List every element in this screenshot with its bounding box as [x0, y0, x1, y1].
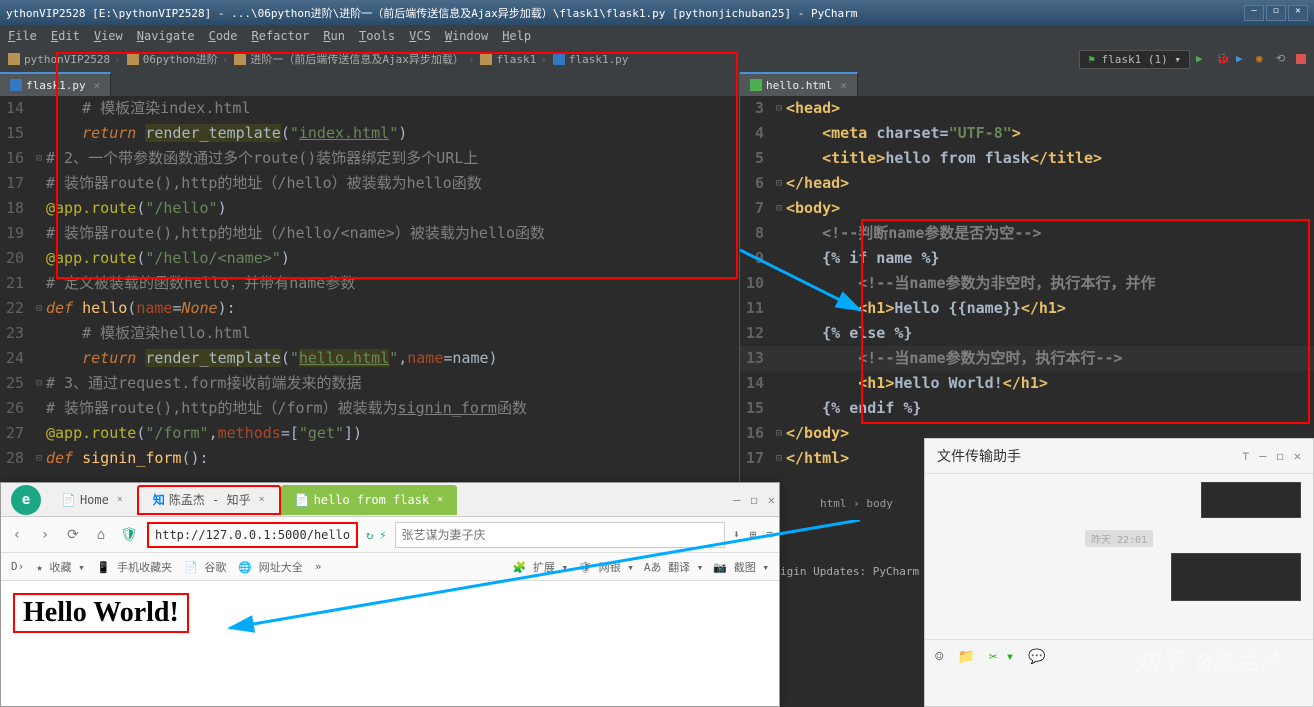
close-icon[interactable]: × — [840, 79, 847, 92]
browser-close-icon[interactable]: ✕ — [768, 493, 775, 507]
ext-extensions[interactable]: 🧩 扩展 ▾ — [513, 559, 569, 575]
stop-icon[interactable] — [1296, 54, 1306, 64]
menu-view[interactable]: View — [94, 29, 123, 43]
crumb-2[interactable]: 进阶一（前后端传送信息及Ajax异步加载） — [250, 51, 464, 67]
menu-icon[interactable]: ≡ — [766, 528, 773, 541]
back-icon[interactable]: ‹ — [7, 527, 27, 543]
watermark: 知乎 @陈孟杰 — [1135, 642, 1284, 677]
crumb-1[interactable]: 06python进阶 — [143, 51, 218, 67]
attach-icon[interactable]: ⟲ — [1276, 52, 1290, 66]
crumb-root[interactable]: pythonVIP2528 — [24, 53, 110, 66]
browser-window: e 📄 Home× 知 陈孟杰 - 知乎× 📄 hello from flask… — [0, 482, 780, 707]
close-icon[interactable]: × — [94, 79, 101, 92]
profile-icon[interactable]: ◉ — [1256, 52, 1270, 66]
browser-maximize-icon[interactable]: ◻ — [751, 493, 758, 507]
wc-close-icon[interactable]: ✕ — [1294, 449, 1301, 463]
html-breadcrumb: html › body — [820, 497, 893, 510]
emoji-icon[interactable]: ☺ — [935, 649, 943, 665]
reload-icon[interactable]: ⟳ — [63, 527, 83, 543]
bookmark-mobile[interactable]: 📱 手机收藏夹 — [97, 559, 172, 575]
run-config-select[interactable]: ⚑ flask1 (1) ▾ — [1079, 50, 1190, 69]
tab-flask1-py[interactable]: flask1.py× — [0, 72, 111, 96]
bookmark-sites[interactable]: 🌐 网址大全 — [238, 559, 302, 575]
browser-tab-flask[interactable]: 📄 hello from flask× — [281, 485, 458, 515]
menu-refactor[interactable]: Refactor — [252, 29, 310, 43]
wechat-messages[interactable]: 昨天 22:01 — [925, 474, 1313, 639]
window-title: ythonVIP2528 [E:\pythonVIP2528] - ...\06… — [6, 5, 857, 21]
browser-minimize-icon[interactable]: — — [733, 493, 740, 507]
ext-translate[interactable]: Aあ 翻译 ▾ — [644, 559, 704, 575]
wc-maximize-icon[interactable]: ◻ — [1277, 449, 1284, 463]
forward-icon[interactable]: › — [35, 527, 55, 543]
python-file-icon — [553, 53, 565, 65]
scissors-icon[interactable]: ✂ ▾ — [989, 649, 1014, 665]
folder-icon[interactable]: 📁 — [957, 649, 974, 665]
browser-tab-zhihu[interactable]: 知 陈孟杰 - 知乎× — [137, 485, 281, 515]
menu-run[interactable]: Run — [323, 29, 345, 43]
download-icon[interactable]: ⬇ — [733, 528, 740, 541]
plugin-update-notice[interactable]: igin Updates: PyCharm — [780, 565, 919, 578]
grid-icon[interactable]: ⊞ — [750, 528, 757, 541]
browser-logo-icon: e — [11, 485, 41, 515]
history-icon[interactable]: D› — [11, 560, 24, 573]
menu-help[interactable]: Help — [502, 29, 531, 43]
folder-icon — [480, 53, 492, 65]
crumb-3[interactable]: flask1 — [496, 53, 536, 66]
address-bar[interactable]: http://127.0.0.1:5000/hello — [147, 522, 358, 548]
ext-screenshot[interactable]: 📷 截图 ▾ — [713, 559, 769, 575]
pin-icon[interactable]: ⊤ — [1242, 449, 1249, 463]
minimize-button[interactable]: — — [1244, 5, 1264, 21]
message-thumbnail[interactable] — [1171, 553, 1301, 601]
main-menu: File Edit View Navigate Code Refactor Ru… — [0, 25, 1314, 47]
menu-navigate[interactable]: Navigate — [137, 29, 195, 43]
bookmark-google[interactable]: 📄 谷歌 — [184, 559, 226, 575]
python-file-icon — [10, 79, 22, 91]
left-editor-tabs: flask1.py× — [0, 71, 739, 96]
navigation-bar: pythonVIP2528› 06python进阶› 进阶一（前后端传送信息及A… — [0, 47, 1314, 71]
chat-icon[interactable]: 💬 — [1028, 649, 1045, 665]
folder-icon — [8, 53, 20, 65]
browser-tab-home[interactable]: 📄 Home× — [47, 485, 137, 515]
browser-search-input[interactable] — [395, 522, 726, 548]
debug-icon[interactable]: 🐞 — [1216, 52, 1230, 66]
html-file-icon — [750, 79, 762, 91]
menu-code[interactable]: Code — [209, 29, 238, 43]
ext-bank[interactable]: 🛡 网银 ▾ — [578, 559, 634, 575]
folder-icon — [234, 53, 246, 65]
page-output: Hello World! — [13, 593, 189, 633]
tab-hello-html[interactable]: hello.html× — [740, 72, 858, 96]
close-button[interactable]: ✕ — [1288, 5, 1308, 21]
shield-icon[interactable]: 🛡 — [119, 527, 139, 543]
message-thumbnail[interactable] — [1201, 482, 1301, 518]
flash-icon[interactable]: ⚡ — [379, 528, 386, 542]
maximize-button[interactable]: ◻ — [1266, 5, 1286, 21]
menu-window[interactable]: Window — [445, 29, 488, 43]
bookmarks-bar: D› ★ 收藏 ▾ 📱 手机收藏夹 📄 谷歌 🌐 网址大全 » 🧩 扩展 ▾ 🛡… — [1, 553, 779, 581]
menu-tools[interactable]: Tools — [359, 29, 395, 43]
home-icon[interactable]: ⌂ — [91, 527, 111, 543]
folder-icon — [127, 53, 139, 65]
coverage-icon[interactable]: ▶ — [1236, 52, 1250, 66]
menu-edit[interactable]: Edit — [51, 29, 80, 43]
browser-viewport: Hello World! — [1, 581, 779, 645]
bookmark-more-icon[interactable]: » — [315, 560, 322, 573]
wechat-title: 文件传输助手 — [937, 446, 1021, 466]
menu-file[interactable]: File — [8, 29, 37, 43]
refresh-icon[interactable]: ↻ — [366, 528, 373, 542]
window-titlebar: ythonVIP2528 [E:\pythonVIP2528] - ...\06… — [0, 0, 1314, 25]
bookmark-fav[interactable]: ★ 收藏 ▾ — [36, 559, 85, 575]
right-editor-tabs: hello.html× — [740, 71, 1314, 96]
run-icon[interactable]: ▶ — [1196, 52, 1210, 66]
crumb-file[interactable]: flask1.py — [569, 53, 629, 66]
menu-vcs[interactable]: VCS — [409, 29, 431, 43]
wc-minimize-icon[interactable]: — — [1259, 449, 1266, 463]
message-timestamp: 昨天 22:01 — [1085, 530, 1153, 547]
